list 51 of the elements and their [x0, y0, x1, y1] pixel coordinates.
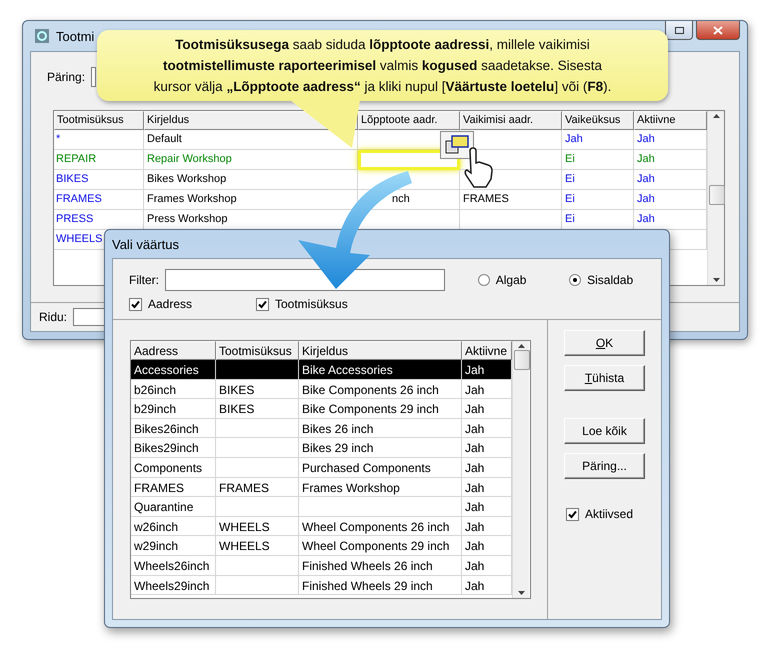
table-cell: Finished Wheels 29 inch — [299, 576, 462, 596]
scroll-thumb[interactable] — [709, 185, 725, 205]
column-header[interactable]: Vaikeüksus — [562, 111, 634, 130]
column-header[interactable]: Vaikimisi aadr. — [460, 111, 562, 130]
close-icon — [713, 26, 723, 34]
radio-button[interactable] — [478, 274, 490, 286]
dialog-button[interactable]: OK — [564, 330, 645, 356]
callout-line: kursor välja „Lõpptoote aadress“ ja kliki nupul [Väärtuste loetelu] või (F8). — [154, 78, 612, 96]
checkbox[interactable] — [566, 508, 579, 520]
query-label: Päring: — [47, 70, 86, 84]
scroll-thumb[interactable] — [514, 350, 530, 370]
scrollbar[interactable] — [707, 111, 724, 285]
radio-button[interactable] — [569, 274, 582, 286]
scroll-up-icon[interactable] — [712, 114, 720, 118]
column-header[interactable]: Aadress — [131, 341, 216, 360]
lookup-icon[interactable] — [440, 131, 474, 159]
column-header[interactable]: Kirjeldus — [299, 341, 462, 360]
restore-icon — [674, 26, 684, 34]
callout-line: Tootmisüksusega saab siduda lõpptoote aadressi, millele vaikimisi — [175, 36, 590, 54]
column-header[interactable]: Aktiivne — [634, 111, 707, 130]
checkbox[interactable] — [129, 298, 142, 310]
checkbox[interactable] — [256, 298, 269, 310]
checkbox-label: Aktiivsed — [585, 507, 634, 521]
radio-label: Algab — [496, 273, 526, 287]
callout-line: tootmistellimuste raporteerimisel valmis kogused saadetakse. Sisesta — [163, 57, 602, 75]
callout-tail-tooltip — [290, 100, 360, 148]
dialog-button[interactable]: Tühista — [564, 365, 645, 391]
column-header[interactable]: Aktiivne — [462, 341, 512, 360]
scrollbar[interactable] — [512, 341, 529, 598]
query-field[interactable] — [91, 67, 96, 87]
selected-row[interactable]: Accessories Bike Accessories Jah — [131, 360, 512, 380]
dialog-button[interactable]: Loe kõik — [564, 418, 645, 444]
column-header[interactable]: Tootmisüksus — [54, 111, 144, 130]
radio-label: Sisaldab — [587, 273, 634, 287]
checkbox-label: Aadress — [148, 297, 192, 311]
column-header[interactable]: Lõpptoote aadr. — [358, 111, 460, 130]
app-icon — [34, 28, 50, 44]
filter-label: Filter: — [129, 273, 159, 287]
focused-cell[interactable] — [358, 150, 460, 170]
window-title: Tootmi — [56, 28, 94, 44]
column-header[interactable]: Tootmisüksus — [216, 341, 299, 360]
checkbox-label: Tootmisüksus — [275, 297, 348, 311]
dialog-button[interactable]: Päring... — [564, 453, 645, 479]
restore-button[interactable] — [665, 21, 693, 40]
table-cell: Wheels29inch — [131, 576, 216, 596]
scroll-down-icon[interactable] — [712, 278, 720, 282]
row-count-label: Ridu: — [39, 310, 68, 324]
scroll-down-icon[interactable] — [518, 591, 524, 595]
filter-field[interactable] — [165, 269, 445, 291]
close-button[interactable] — [696, 21, 740, 40]
scroll-up-icon[interactable] — [518, 344, 524, 348]
